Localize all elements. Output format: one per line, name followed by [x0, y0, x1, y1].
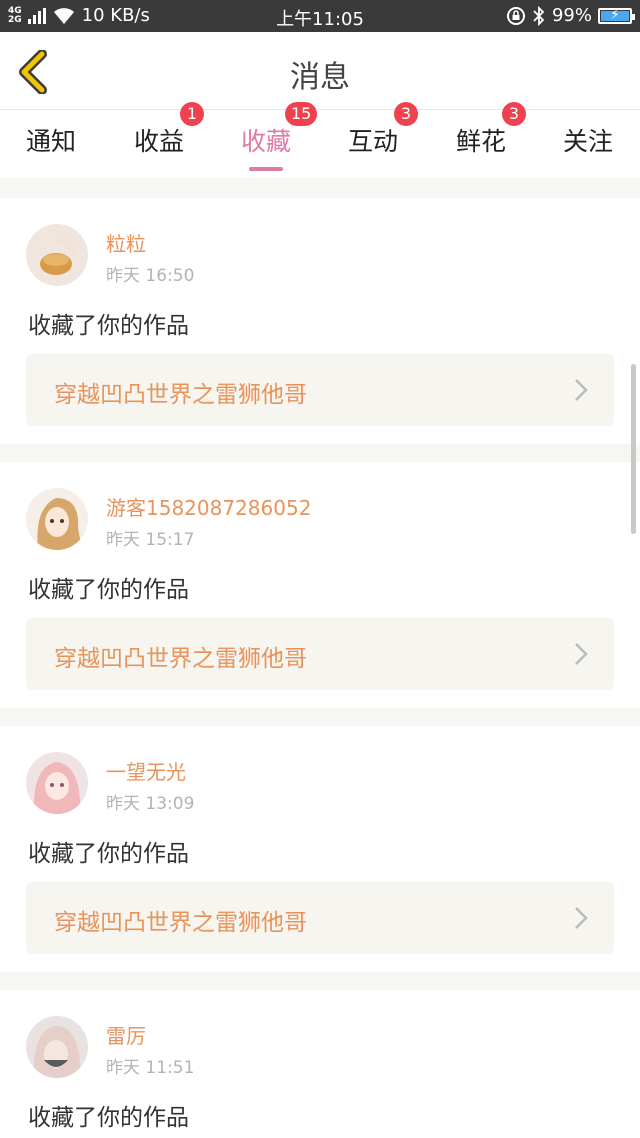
tab-notify[interactable]: 通知 — [26, 122, 76, 158]
message-text: 收藏了你的作品 — [28, 313, 189, 339]
status-bar: 4G 2G 10 KB/s 上午11:05 99% ⚡ — [0, 0, 640, 32]
work-link[interactable]: 穿越凹凸世界之雷狮他哥 — [26, 618, 614, 690]
battery-percent: 99% — [551, 5, 592, 26]
work-title: 穿越凹凸世界之雷狮他哥 — [54, 910, 307, 936]
message-text: 收藏了你的作品 — [28, 577, 189, 603]
app-header: 消息 — [0, 32, 640, 110]
user-name[interactable]: 游客1582087286052 — [106, 492, 311, 521]
work-title: 穿越凹凸世界之雷狮他哥 — [54, 646, 307, 672]
count-badge: 15 — [285, 102, 318, 126]
chevron-right-icon — [575, 379, 588, 401]
tab-bar: 通知 收益 1 收藏 15 互动 3 鲜花 3 关注 — [0, 102, 640, 178]
tab-label: 收益 — [134, 127, 185, 156]
message-time: 昨天 16:50 — [106, 266, 195, 286]
tab-flowers[interactable]: 鲜花 3 — [456, 102, 526, 158]
user-name[interactable]: 雷厉 — [106, 1020, 146, 1049]
chevron-right-icon — [575, 643, 588, 665]
count-badge: 3 — [394, 102, 418, 126]
tab-label: 鲜花 — [456, 127, 507, 156]
status-right: 99% ⚡ — [506, 5, 635, 26]
avatar[interactable] — [26, 224, 88, 286]
tab-label: 关注 — [563, 127, 614, 156]
message-text: 收藏了你的作品 — [28, 841, 189, 867]
avatar[interactable] — [26, 752, 88, 814]
message-card: 粒粒 昨天 16:50 收藏了你的作品 穿越凹凸世界之雷狮他哥 — [0, 198, 640, 444]
count-badge: 3 — [502, 102, 526, 126]
active-tab-indicator — [249, 167, 283, 171]
tab-favorites[interactable]: 收藏 15 — [241, 102, 318, 171]
user-name[interactable]: 粒粒 — [106, 228, 146, 257]
tab-interaction[interactable]: 互动 3 — [348, 102, 418, 158]
message-text: 收藏了你的作品 — [28, 1105, 189, 1131]
work-link[interactable]: 穿越凹凸世界之雷狮他哥 — [26, 882, 614, 954]
message-time: 昨天 13:09 — [106, 794, 195, 814]
chevron-right-icon — [575, 907, 588, 929]
message-time: 昨天 11:51 — [106, 1058, 195, 1078]
bluetooth-icon — [533, 5, 545, 26]
battery-icon: ⚡ — [598, 6, 635, 24]
message-card: 一望无光 昨天 13:09 收藏了你的作品 穿越凹凸世界之雷狮他哥 — [0, 726, 640, 972]
tab-follow[interactable]: 关注 — [563, 122, 613, 158]
message-card: 雷厉 昨天 11:51 收藏了你的作品 — [0, 990, 640, 1138]
scrollbar[interactable] — [631, 364, 636, 534]
user-name[interactable]: 一望无光 — [106, 756, 186, 785]
avatar[interactable] — [26, 488, 88, 550]
tab-label: 收藏 — [241, 127, 292, 156]
message-time: 昨天 15:17 — [106, 530, 195, 550]
tab-earnings[interactable]: 收益 1 — [134, 102, 204, 158]
lock-rotation-icon — [506, 6, 525, 25]
avatar[interactable] — [26, 1016, 88, 1078]
count-badge: 1 — [180, 102, 204, 126]
work-title: 穿越凹凸世界之雷狮他哥 — [54, 382, 307, 408]
work-link[interactable]: 穿越凹凸世界之雷狮他哥 — [26, 354, 614, 426]
message-card: 游客1582087286052 昨天 15:17 收藏了你的作品 穿越凹凸世界之… — [0, 462, 640, 708]
page-title: 消息 — [290, 60, 350, 95]
tab-label: 通知 — [26, 127, 77, 156]
tab-label: 互动 — [348, 127, 399, 156]
charging-icon: ⚡ — [610, 6, 620, 23]
